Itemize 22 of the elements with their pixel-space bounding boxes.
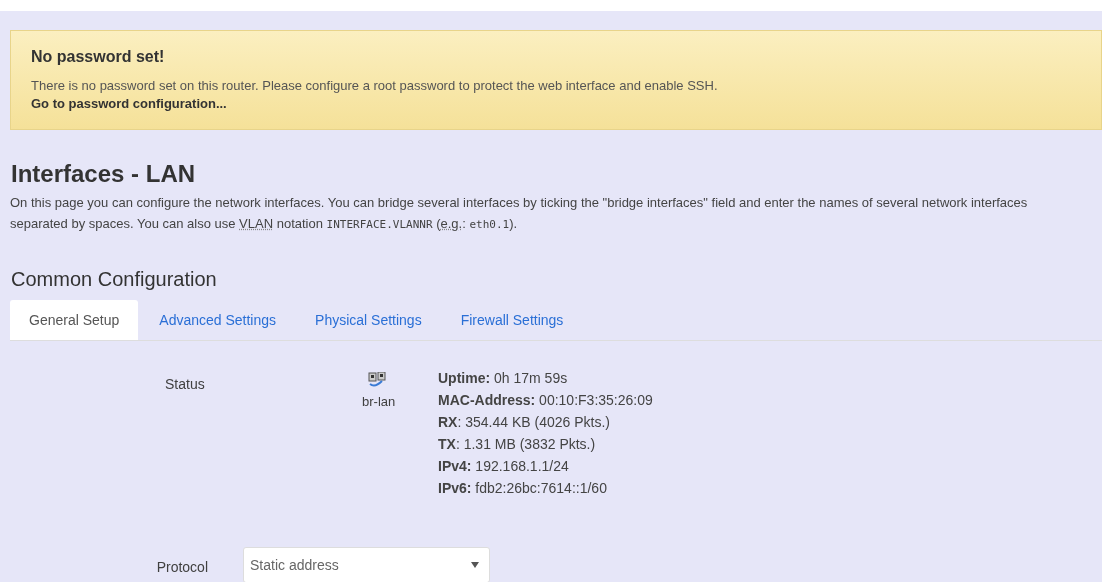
status-line: RX: 354.44 KB (4026 Pkts.) [438, 413, 611, 432]
tab[interactable]: Firewall Settings [442, 300, 582, 340]
alert-title: No password set! [31, 48, 166, 66]
page-description: On this page you can configure the network interfaces. You can bridge several interfaces by ticking the "bridge interfaces" field and enter the names of several network interfaces separated by spaces. You can also use VLAN notation INTERFACE.VLANNR (e.g.: eth0.1). [10, 194, 1029, 233]
tab[interactable]: General Setup [10, 300, 139, 340]
field-label: Status [164, 375, 206, 394]
status-line: IPv6: fdb2:26bc:7614::1/60 [438, 479, 608, 498]
page-title: Interfaces - LAN [11, 160, 197, 188]
section-title: Common Configuration [11, 268, 218, 291]
field-label: Protocol [155, 558, 209, 577]
tab[interactable]: Advanced Settings [141, 300, 295, 340]
status-line: Uptime: 0h 17m 59s [438, 369, 569, 388]
password-config-link[interactable]: Go to password configuration... [31, 95, 1081, 113]
device-name: br-lan [362, 394, 396, 409]
caret-icon [471, 562, 479, 568]
status-line: TX: 1.31 MB (3832 Pkts.) [438, 435, 597, 454]
tab[interactable]: Physical Settings [297, 300, 440, 340]
status-line: IPv4: 192.168.1.1/24 [438, 457, 570, 476]
status-line: MAC-Address: 00:10:F3:35:26:09 [438, 391, 653, 410]
protocol-select[interactable]: Static address [243, 547, 490, 582]
network-ports-icon [368, 372, 386, 388]
alert-message: There is no password set on this router. Please configure a root password to protect the web interface and enable SSH. [31, 77, 719, 95]
